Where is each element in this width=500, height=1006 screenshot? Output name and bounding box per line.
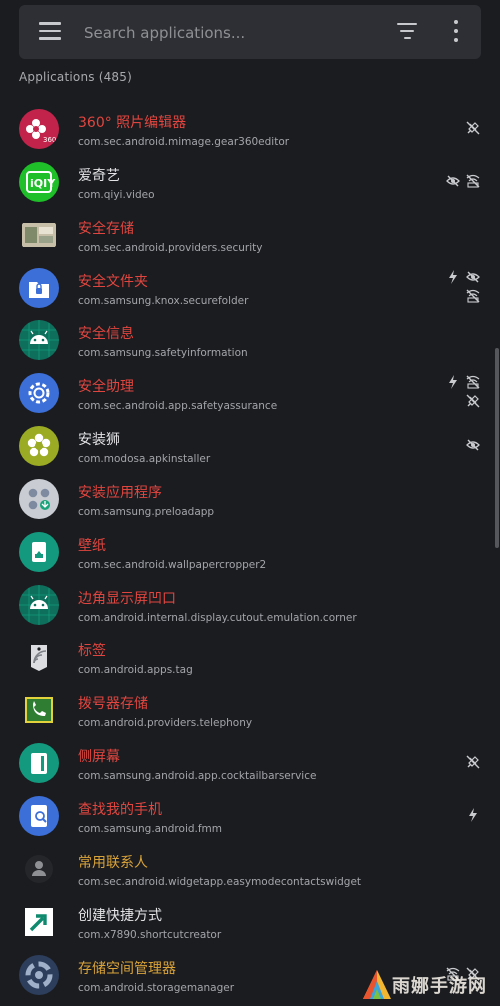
app-list-item[interactable]: 360 360° 照片编辑器 com.sec.android.mimage.gear…	[0, 103, 500, 156]
contact-icon	[19, 848, 59, 889]
iqiyi-icon: iQIY	[19, 161, 59, 202]
shortcut-icon	[19, 901, 59, 942]
app-name: 360° 照片编辑器	[78, 115, 187, 131]
app-list-item[interactable]: 安全存储 com.sec.android.providers.security	[0, 209, 500, 262]
wallpaper-icon	[19, 531, 59, 572]
app-list-item[interactable]: 安装应用程序 com.samsung.preloadapp	[0, 473, 500, 526]
app-package-name: com.android.internal.display.cutout.emul…	[78, 611, 357, 624]
hidden-icon	[466, 270, 480, 284]
debug-off-icon	[466, 394, 480, 408]
app-package-name: com.android.storagemanager	[78, 981, 235, 994]
app-list-item[interactable]: 边角显示屏凹口 com.android.internal.display.cuto…	[0, 579, 500, 632]
app-list-item[interactable]: 标签 com.android.apps.tag	[0, 631, 500, 684]
edge-screen-icon	[19, 743, 59, 784]
app-flags	[446, 373, 480, 413]
watermark: 雨娜手游网	[362, 966, 498, 1004]
app-package-name: com.sec.android.providers.security	[78, 241, 263, 254]
android-icon	[19, 584, 59, 625]
hidden-icon	[446, 174, 460, 188]
app-package-name: com.samsung.safetyinformation	[78, 347, 248, 360]
app-name: 安全信息	[78, 326, 134, 343]
app-flags	[446, 796, 480, 836]
app-list-item[interactable]: 创建快捷方式 com.x7890.shortcutcreator	[0, 896, 500, 949]
app-package-name: com.sec.android.wallpapercropper2	[78, 558, 267, 571]
section-title: Applications (485)	[19, 70, 132, 84]
tag-icon	[19, 637, 59, 678]
app-package-name: com.android.apps.tag	[78, 664, 193, 677]
filter-icon[interactable]	[397, 22, 417, 40]
app-name: 安全存储	[78, 220, 134, 237]
app-package-name: com.sec.android.app.safetyassurance	[78, 400, 278, 413]
app-package-name: com.sec.android.mimage.gear360editor	[78, 136, 290, 148]
hidden-icon	[466, 438, 480, 452]
app-name: 爱奇艺	[78, 167, 120, 184]
app-name: 常用联系人	[78, 854, 148, 871]
app-name: 创建快捷方式	[78, 907, 162, 924]
battery-icon	[446, 269, 460, 284]
scrollbar[interactable]	[495, 348, 499, 548]
battery-icon	[446, 375, 460, 390]
app-package-name: com.samsung.preloadapp	[78, 505, 215, 518]
search-input[interactable]	[82, 19, 386, 47]
secure-folder-icon	[19, 267, 59, 308]
app-list-item[interactable]: 安全文件夹 com.samsung.knox.securefolder	[0, 262, 500, 315]
app-package-name: com.x7890.shortcutcreator	[78, 928, 222, 941]
watermark-logo-icon	[363, 970, 391, 999]
app-list-item[interactable]: 常用联系人 com.sec.android.widgetapp.easymodec…	[0, 843, 500, 896]
app-name: 壁纸	[78, 537, 106, 554]
gallery-icon	[19, 214, 59, 255]
app-list: 360 360° 照片编辑器 com.sec.android.mimage.gear…	[0, 103, 500, 1001]
app-flags	[446, 426, 480, 466]
app-flags	[446, 268, 480, 308]
app-name: 安装狮	[78, 432, 120, 449]
app-package-name: com.sec.android.widgetapp.easymodecontac…	[78, 875, 362, 888]
app-list-item[interactable]: iQIY 爱奇艺 com.qiyi.video	[0, 156, 500, 209]
app-list-item[interactable]: 安全信息 com.samsung.safetyinformation	[0, 314, 500, 367]
apps-icon	[19, 478, 59, 519]
more-options-icon[interactable]	[451, 20, 461, 42]
no-internet-icon	[466, 289, 480, 303]
app-package-name: com.qiyi.video	[78, 188, 155, 201]
app-flags	[446, 743, 480, 783]
app-name: 标签	[78, 643, 106, 660]
app-package-name: com.modosa.apkinstaller	[78, 453, 211, 466]
app-list-item[interactable]: 壁纸 com.sec.android.wallpapercropper2	[0, 526, 500, 579]
app-name: 安全助理	[78, 379, 134, 396]
search-bar	[19, 5, 481, 59]
app-list-item[interactable]: 安装狮 com.modosa.apkinstaller	[0, 420, 500, 473]
app-name: 侧屏幕	[78, 749, 120, 766]
app-list-item[interactable]: 侧屏幕 com.samsung.android.app.cocktailbarse…	[0, 737, 500, 790]
app-name: 安装应用程序	[78, 484, 162, 501]
phone-icon	[19, 690, 59, 731]
android-icon	[19, 320, 59, 361]
debug-off-icon	[466, 121, 480, 135]
flower-360-icon: 360	[19, 109, 59, 149]
app-name: 存储空间管理器	[78, 960, 176, 977]
gear-icon	[19, 373, 59, 414]
app-list-item[interactable]: 查找我的手机 com.samsung.android.fmm	[0, 790, 500, 843]
no-internet-icon	[466, 375, 480, 389]
app-package-name: com.samsung.knox.securefolder	[78, 294, 249, 307]
app-list-item[interactable]: 拨号器存储 com.android.providers.telephony	[0, 684, 500, 737]
app-name: 拨号器存储	[78, 696, 148, 713]
storage-icon	[19, 954, 59, 995]
app-name: 查找我的手机	[78, 801, 162, 818]
app-package-name: com.samsung.android.fmm	[78, 822, 223, 835]
app-package-name: com.samsung.android.app.cocktailbarservi…	[78, 770, 317, 783]
flower-icon	[19, 426, 59, 467]
app-name: 安全文件夹	[78, 273, 148, 290]
no-internet-icon	[466, 174, 480, 188]
find-phone-icon	[19, 795, 59, 836]
debug-off-icon	[466, 755, 480, 769]
svg-text:iQIY: iQIY	[30, 177, 56, 190]
app-name: 边角显示屏凹口	[78, 590, 176, 607]
svg-text:360: 360	[43, 136, 56, 144]
battery-icon	[466, 807, 480, 822]
watermark-text: 雨娜手游网	[392, 976, 487, 997]
app-list-item[interactable]: 安全助理 com.sec.android.app.safetyassurance	[0, 367, 500, 420]
app-flags	[446, 162, 480, 202]
menu-icon[interactable]	[39, 22, 61, 40]
app-flags	[446, 109, 480, 149]
app-package-name: com.android.providers.telephony	[78, 717, 253, 730]
